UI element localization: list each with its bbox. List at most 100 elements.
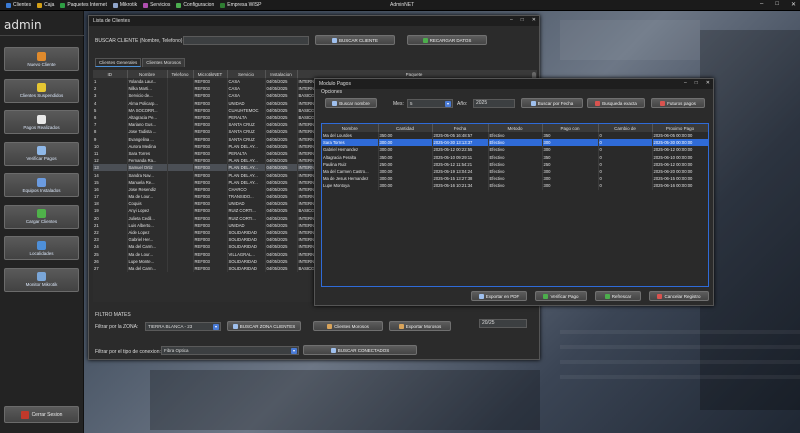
sidebar-item-pagos-realizados[interactable]: Pagos Realizados	[4, 110, 79, 134]
tab-clientes-generales[interactable]: Clientes Generales	[95, 58, 142, 67]
column-header[interactable]: Fecha	[432, 124, 489, 132]
search-connected-button[interactable]: BUSCAR CONECTADOS	[303, 345, 417, 355]
export-debtors-button-label: Exportar Morosos	[405, 323, 442, 329]
table-row[interactable]: Altagracia Peralta 350.00 2025-05-10 09:29…	[322, 153, 708, 161]
maximize-icon[interactable]: □	[695, 80, 698, 86]
column-header[interactable]: Pago con	[542, 124, 599, 132]
column-header[interactable]: Nombre	[322, 124, 379, 132]
table-cell	[167, 164, 194, 172]
tab-clientes-morosos[interactable]: Clientes Morosos	[142, 58, 186, 67]
column-header[interactable]: Telefono	[167, 70, 194, 78]
table-cell: REF003	[193, 128, 228, 136]
minimize-icon[interactable]: –	[684, 80, 687, 86]
table-row[interactable]: Sara Torres 300.00 2025-04-30 13:13:37 Efec…	[322, 139, 708, 147]
table-cell: REF003	[193, 228, 228, 237]
sidebar-item-clientes-suspendidos[interactable]: Clientes Suspendidos	[4, 78, 79, 103]
clients-icon	[6, 2, 11, 8]
sidebar-item-label: Localidades	[29, 250, 54, 256]
sidebar-item-localidades[interactable]: Localidades	[4, 236, 79, 260]
column-header[interactable]: Nombre	[127, 70, 168, 78]
table-cell: UNIDAD	[227, 99, 266, 107]
sidebar-item-equipos-instalados[interactable]: Equipos Instalados	[4, 173, 79, 197]
reload-data-button[interactable]: RECARGAR DATOS	[407, 35, 487, 45]
sidebar-item-nuevo-cliente[interactable]: Nuevo Cliente	[4, 47, 79, 71]
menu-label: Paquetes Internet	[67, 2, 107, 8]
column-header[interactable]: Servicio	[227, 70, 266, 78]
table-cell	[167, 85, 194, 93]
menu-mikrotik[interactable]: Mikrotik	[112, 2, 138, 8]
sidebar-item-monitor-mikrotik[interactable]: Monitor Mikrotik	[4, 267, 79, 292]
exact-search-button-label: Busqueda exacta	[602, 100, 637, 106]
count-field[interactable]: 20/25	[479, 319, 527, 328]
close-icon[interactable]: ✕	[791, 1, 796, 8]
year-field[interactable]: 2025	[473, 99, 515, 108]
menu-paquetes-internet[interactable]: Paquetes Internet	[60, 2, 107, 8]
table-cell	[167, 142, 194, 150]
maximize-icon[interactable]: □	[521, 17, 524, 23]
table-cell: REF003	[193, 250, 228, 258]
close-icon[interactable]: ✕	[706, 80, 710, 86]
search-icon	[232, 323, 238, 329]
table-cell: REF003	[193, 149, 228, 158]
cancel-record-button[interactable]: Cancelar Registro	[649, 291, 709, 301]
logout-button[interactable]: Cerrar Sesion	[4, 406, 79, 423]
top-menu-bar: Clientes Caja Paquetes Internet Mikrotik Ser…	[0, 0, 800, 11]
table-cell: 350	[542, 153, 599, 161]
sidebar-item-verificar-pagos[interactable]: Verificar Pagos	[4, 141, 79, 166]
search-date-button[interactable]: Buscar por Fecha	[521, 98, 583, 108]
table-cell	[167, 257, 194, 265]
close-icon[interactable]: ✕	[532, 17, 536, 23]
table-row[interactable]: Gabriel Hernandez 300.00 2025-05-12 00:22:…	[322, 146, 708, 154]
column-header[interactable]: Paquete	[297, 70, 531, 78]
column-header[interactable]: ID	[93, 70, 128, 78]
column-header[interactable]: Proximo Pago	[652, 124, 708, 132]
table-row[interactable]: Ma del Lourdes 350.00 2025-05-05 16:48:57 E…	[322, 132, 708, 140]
column-header[interactable]: Metodo	[488, 124, 543, 132]
table-cell: UNIDAD	[227, 200, 266, 208]
table-cell: REF003	[193, 185, 228, 193]
table-cell: REF003	[193, 221, 228, 229]
table-cell: Aurora Medina	[127, 142, 168, 150]
table-cell: Manuela Re...	[127, 178, 168, 186]
refresh-button[interactable]: Refrescar	[595, 291, 641, 301]
sidebar-item-cargar-clientes[interactable]: Cargar Clientes	[4, 204, 79, 229]
export-pdf-button[interactable]: Exportar en PDF	[471, 291, 527, 301]
menu-empresa-wisp[interactable]: Empresa WISP	[220, 2, 261, 8]
table-cell: 26	[93, 257, 128, 265]
menu-servicios[interactable]: Servicios	[143, 2, 170, 8]
menu-caja[interactable]: Caja	[37, 2, 54, 8]
debtors-icon	[327, 323, 333, 329]
verify-payment-button[interactable]: Verificar Pago	[535, 291, 587, 301]
table-cell: 21	[93, 221, 128, 229]
future-payments-button[interactable]: Futuros pagos	[651, 98, 705, 108]
maximize-icon[interactable]: □	[775, 1, 779, 8]
export-debtors-button[interactable]: Exportar Morosos	[389, 321, 451, 331]
menu-label: Mikrotik	[119, 2, 138, 8]
menu-clientes[interactable]: Clientes	[6, 2, 31, 8]
table-row[interactable]: Lupe Montoya 300.00 2025-05-16 10:21:34 Efe…	[322, 182, 708, 190]
minimize-icon[interactable]: –	[760, 1, 763, 8]
table-cell: 300.00	[378, 139, 433, 147]
table-cell: 300.00	[378, 146, 433, 154]
menu-label: Caja	[44, 2, 55, 8]
debtors-button[interactable]: Clientes Morosos	[313, 321, 383, 331]
column-header[interactable]: MicrotikNET	[193, 70, 228, 78]
table-cell: REF003	[193, 113, 228, 122]
column-header[interactable]: Cantidad	[378, 124, 433, 132]
search-client-input[interactable]	[183, 36, 309, 45]
search-zone-button[interactable]: BUSCAR ZONA CLIENTES	[227, 321, 301, 331]
table-row[interactable]: Paulina Ruiz 250.00 2025-05-12 11:54:21 Efe…	[322, 160, 708, 168]
month-select[interactable]: 5 ▾	[407, 99, 453, 108]
table-row[interactable]: Ma de Jesus Hernandez 300.00 2025-05-15 13…	[322, 175, 708, 183]
zone-select[interactable]: TIERRA BLANCA - 23 ▾	[145, 322, 221, 331]
connection-type-select[interactable]: Fibra Optica ▾	[161, 346, 299, 355]
table-row[interactable]: Ma del Carmen Castro... 300.00 2025-05-19 …	[322, 167, 708, 176]
minimize-icon[interactable]: –	[510, 17, 513, 23]
column-header[interactable]: Cambio de	[598, 124, 653, 132]
column-header[interactable]: Instalacion	[265, 70, 298, 78]
search-client-button[interactable]: BUSCAR CLIENTE	[315, 35, 395, 45]
menu-configuracion[interactable]: Configuracion	[176, 2, 214, 8]
search-name-button[interactable]: Buscar nombre	[325, 98, 377, 108]
table-cell: CASA	[227, 92, 266, 100]
exact-search-button[interactable]: Busqueda exacta	[587, 98, 645, 108]
